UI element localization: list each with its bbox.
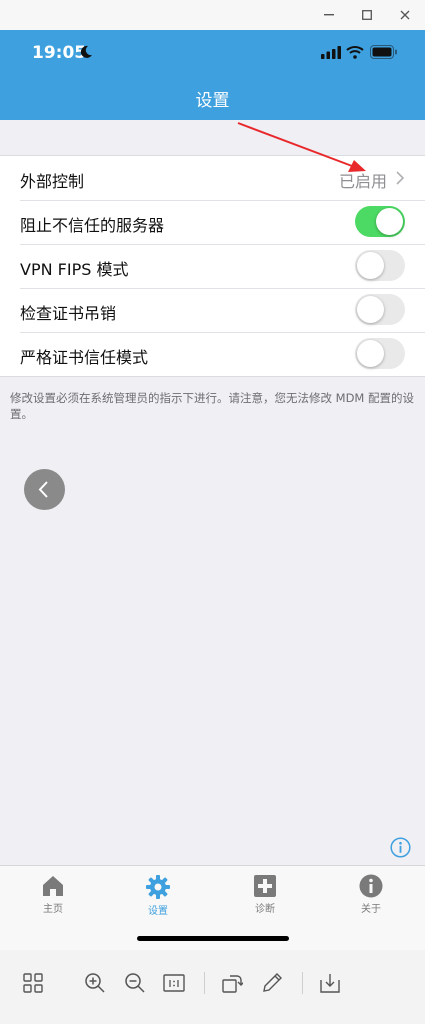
- tab-about[interactable]: 关于: [331, 874, 411, 915]
- signal-icon: [321, 46, 341, 59]
- toggle-switch[interactable]: [355, 250, 405, 281]
- setting-label: 严格证书信任模式: [20, 348, 149, 367]
- toggle-switch[interactable]: [355, 294, 405, 325]
- setting-label: 检查证书吊销: [20, 304, 117, 323]
- download-icon[interactable]: [319, 972, 341, 994]
- toolbar-divider: [204, 972, 205, 994]
- grid-view-icon[interactable]: [22, 972, 44, 994]
- setting-row-external-control[interactable]: 外部控制 已启用: [0, 156, 425, 200]
- info-icon: [359, 874, 383, 898]
- viewer-toolbar: [0, 950, 425, 1024]
- diagnostics-icon: [254, 875, 276, 897]
- moon-icon: [80, 45, 92, 58]
- minimize-icon[interactable]: [318, 4, 340, 26]
- tab-diagnostics[interactable]: 诊断: [225, 874, 305, 915]
- info-circle-icon[interactable]: [390, 837, 411, 858]
- setting-label: 外部控制: [20, 172, 85, 191]
- setting-row-strict-cert-trust: 严格证书信任模式: [0, 332, 425, 376]
- chevron-right-icon: [396, 171, 405, 185]
- maximize-icon[interactable]: [356, 4, 378, 26]
- back-button[interactable]: [24, 469, 65, 510]
- toggle-switch[interactable]: [355, 338, 405, 369]
- tab-label: 主页: [43, 904, 63, 915]
- gear-icon: [146, 875, 170, 899]
- window-titlebar: [0, 0, 425, 30]
- toggle-switch[interactable]: [355, 206, 405, 237]
- settings-footnote: 修改设置必须在系统管理员的指示下进行。请注意，您无法修改 MDM 配置的设置。: [10, 391, 415, 421]
- close-icon[interactable]: [394, 4, 416, 26]
- tab-home[interactable]: 主页: [13, 874, 93, 915]
- settings-content: 外部控制 已启用 阻止不信任的服务器 VPN FIPS 模式 检查证书吊销 严格…: [0, 120, 425, 865]
- wifi-icon: [346, 46, 364, 59]
- setting-row-block-untrusted-servers: 阻止不信任的服务器: [0, 200, 425, 244]
- home-icon: [43, 876, 63, 896]
- setting-row-cert-revocation: 检查证书吊销: [0, 288, 425, 332]
- zoom-out-icon[interactable]: [124, 972, 146, 994]
- tab-bar: 主页 设置 诊断 关于: [0, 865, 425, 951]
- setting-label: VPN FIPS 模式: [20, 260, 129, 279]
- battery-icon: [370, 45, 397, 59]
- setting-label: 阻止不信任的服务器: [20, 216, 165, 235]
- settings-list: 外部控制 已启用 阻止不信任的服务器 VPN FIPS 模式 检查证书吊销 严格…: [0, 155, 425, 377]
- tab-label: 诊断: [255, 904, 275, 915]
- home-indicator: [137, 936, 289, 941]
- tab-label: 设置: [148, 906, 168, 917]
- rotate-icon[interactable]: [221, 972, 243, 994]
- page-title: 设置: [195, 91, 230, 111]
- actual-size-icon[interactable]: [163, 972, 185, 994]
- zoom-in-icon[interactable]: [84, 972, 106, 994]
- setting-value: 已启用: [338, 172, 387, 191]
- status-time: 19:05: [32, 43, 87, 63]
- toolbar-divider: [302, 972, 303, 994]
- tab-settings[interactable]: 设置: [118, 874, 198, 917]
- app-header: 19:05 设置: [0, 30, 425, 120]
- tab-label: 关于: [361, 904, 381, 915]
- setting-row-vpn-fips: VPN FIPS 模式: [0, 244, 425, 288]
- chevron-left-icon: [38, 481, 48, 498]
- pencil-icon[interactable]: [261, 972, 283, 994]
